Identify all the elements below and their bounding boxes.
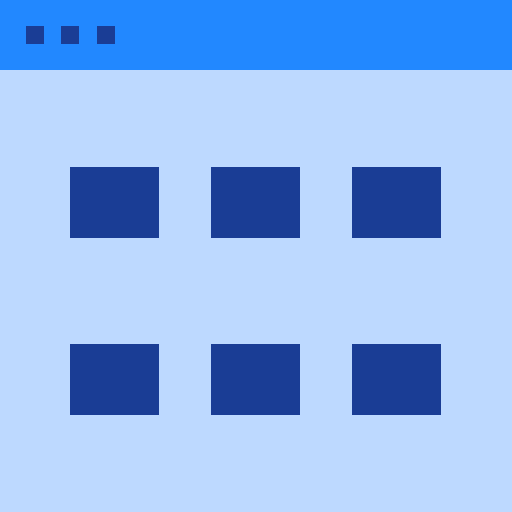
- app-window: [0, 0, 512, 512]
- grid-tile-5[interactable]: [211, 344, 300, 415]
- grid-tile-6[interactable]: [352, 344, 441, 415]
- grid-tile-4[interactable]: [70, 344, 159, 415]
- window-content: [0, 70, 512, 512]
- window-control-1-icon[interactable]: [26, 26, 44, 44]
- window-control-3-icon[interactable]: [97, 26, 115, 44]
- window-titlebar: [0, 0, 512, 70]
- window-control-2-icon[interactable]: [61, 26, 79, 44]
- grid-tile-2[interactable]: [211, 167, 300, 238]
- grid-tile-3[interactable]: [352, 167, 441, 238]
- grid-tile-1[interactable]: [70, 167, 159, 238]
